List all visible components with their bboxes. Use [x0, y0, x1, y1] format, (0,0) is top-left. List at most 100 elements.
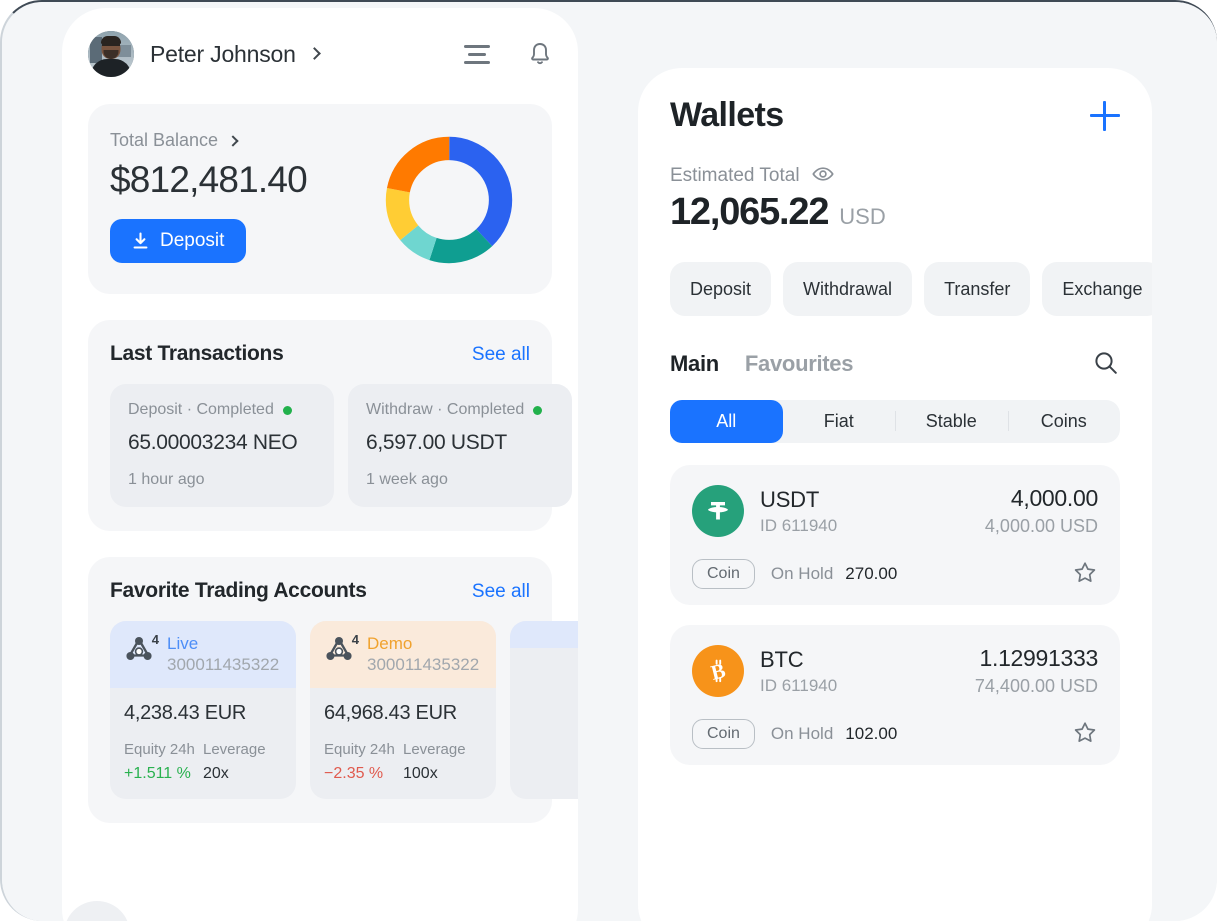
filter-coins[interactable]: Coins [1008, 400, 1121, 443]
estimated-total-row: Estimated Total [638, 135, 1152, 187]
action-transfer-button[interactable]: Transfer [924, 262, 1031, 316]
transactions-see-all-link[interactable]: See all [472, 344, 530, 366]
wallet-item-top: USDT ID 611940 4,000.00 4,000.00 USD [692, 485, 1098, 537]
equity-stat: Equity 24h −2.35 % [324, 741, 403, 783]
estimated-total-value: 12,065.22 [670, 191, 829, 233]
deposit-button-label: Deposit [160, 230, 225, 251]
wallet-type-badge: Coin [692, 719, 755, 749]
trading-account-header [510, 621, 578, 648]
wallets-tabs: Main Favourites [638, 316, 1152, 378]
account-number: 300011435322 [167, 654, 280, 674]
star-outline-icon[interactable] [1072, 561, 1098, 587]
bell-icon[interactable] [528, 41, 552, 67]
transaction-time: 1 hour ago [128, 471, 205, 488]
trading-account-item[interactable]: 4 Live 300011435322 4,238.43 EUR Equity … [110, 621, 296, 799]
leverage-stat: Leverage 20x [203, 741, 282, 783]
filter-fiat[interactable]: Fiat [783, 400, 896, 443]
trading-account-meta: Demo 300011435322 [367, 635, 479, 675]
wallet-amount: 4,000.00 [1010, 485, 1098, 511]
page-title: Wallets [670, 96, 784, 134]
svg-text:B: B [708, 658, 727, 685]
wallet-type-badge: Coin [692, 559, 755, 589]
deposit-button[interactable]: Deposit [110, 219, 247, 263]
wallet-fiat-amount: 4,000.00 USD [984, 516, 1098, 536]
wallets-panel: Wallets Estimated Total 12,065.22 USD De… [638, 68, 1152, 921]
transaction-item[interactable]: Deposit · Completed 65.00003234 NEO 1 ho… [110, 384, 334, 507]
filter-icon[interactable] [464, 41, 490, 67]
transaction-time: 1 week ago [366, 471, 448, 488]
action-exchange-button[interactable]: Exchange [1042, 262, 1152, 316]
trading-accounts-scroller[interactable]: 4 Live 300011435322 4,238.43 EUR Equity … [110, 621, 578, 799]
tab-favourites[interactable]: Favourites [745, 351, 854, 377]
trading-accounts-header: Favorite Trading Accounts See all [110, 579, 530, 603]
estimated-total-label: Estimated Total [670, 165, 800, 186]
equity-label: Equity 24h [324, 740, 395, 758]
leverage-stat: Leverage 100x [403, 741, 482, 783]
metatrader-icon: 4 [324, 632, 359, 665]
wallet-type-filter: All Fiat Stable Coins [670, 400, 1120, 443]
wallet-symbol: BTC [760, 646, 804, 672]
wallet-item[interactable]: B BTC ID 611940 1.12991333 74,400.00 USD [670, 625, 1120, 765]
transaction-status-row: Withdraw · Completed [366, 401, 554, 419]
transactions-scroller[interactable]: Deposit · Completed 65.00003234 NEO 1 ho… [110, 384, 572, 507]
star-outline-icon[interactable] [1072, 721, 1098, 747]
last-transactions-header: Last Transactions See all [110, 342, 530, 366]
avatar[interactable] [88, 31, 134, 77]
wallet-item[interactable]: USDT ID 611940 4,000.00 4,000.00 USD Coi… [670, 465, 1120, 605]
wallet-symbol: USDT [760, 486, 820, 512]
on-hold-value: 102.00 [845, 724, 898, 743]
on-hold-value: 270.00 [845, 564, 898, 583]
trading-account-meta: Live 300011435322 [167, 635, 279, 675]
leverage-value: 100x [403, 764, 438, 782]
dashboard-header: Peter Johnson [62, 8, 578, 100]
search-icon[interactable] [1092, 350, 1120, 378]
status-dot-icon [533, 405, 543, 415]
filter-all[interactable]: All [670, 400, 783, 443]
leverage-value: 20x [203, 764, 229, 782]
status-dot-icon [282, 405, 292, 415]
equity-value: −2.35 % [324, 764, 384, 782]
trading-see-all-link[interactable]: See all [472, 581, 530, 603]
account-stats: Equity 24h −2.35 % Leverage 100x [324, 741, 482, 783]
plus-icon[interactable] [1090, 100, 1120, 131]
user-name: Peter Johnson [150, 40, 296, 67]
trading-account-item[interactable]: 4 Demo 300011435322 64,968.43 EUR Equity… [310, 621, 496, 799]
list-fade-overlay [638, 852, 1152, 921]
favorite-trading-accounts-card: Favorite Trading Accounts See all 4 Live… [88, 557, 578, 823]
eye-icon[interactable] [812, 166, 834, 187]
platform-version-badge: 4 [151, 632, 159, 647]
transaction-type: Deposit · Completed [128, 401, 274, 418]
leverage-label: Leverage [403, 740, 466, 758]
total-balance-card: Total Balance $812,481.40 Deposit [88, 104, 552, 294]
account-balance: 4,238.43 EUR [124, 701, 247, 724]
trading-account-item-partial[interactable] [510, 621, 578, 799]
bitcoin-icon: B [692, 645, 744, 697]
wallet-list[interactable]: USDT ID 611940 4,000.00 4,000.00 USD Coi… [638, 443, 1152, 765]
account-balance: 64,968.43 EUR [324, 701, 457, 724]
filter-stable[interactable]: Stable [895, 400, 1008, 443]
on-hold-label: On Hold [770, 724, 834, 743]
trading-account-body: 4,238.43 EUR Equity 24h +1.511 % Leverag… [110, 688, 296, 799]
chevron-right-icon[interactable] [227, 134, 239, 147]
download-icon [132, 232, 149, 250]
wallet-item-top: B BTC ID 611940 1.12991333 74,400.00 USD [692, 645, 1098, 697]
section-title: Last Transactions [110, 342, 284, 365]
equity-stat: Equity 24h +1.511 % [124, 741, 203, 783]
wallet-amount: 1.12991333 [979, 645, 1098, 671]
tab-main[interactable]: Main [670, 351, 719, 377]
account-kind: Demo [367, 634, 413, 653]
wallet-item-bottom: Coin On Hold 270.00 [692, 559, 1098, 589]
tether-icon [692, 485, 744, 537]
wallet-item-bottom: Coin On Hold 102.00 [692, 719, 1098, 749]
on-hold-label: On Hold [770, 564, 834, 583]
estimated-total-currency: USD [839, 204, 886, 229]
action-withdrawal-button[interactable]: Withdrawal [783, 262, 913, 316]
last-transactions-card: Last Transactions See all Deposit · Comp… [88, 320, 572, 531]
transaction-item[interactable]: Withdraw · Completed 6,597.00 USDT 1 wee… [348, 384, 572, 507]
chevron-right-icon[interactable] [307, 46, 321, 60]
transaction-type: Withdraw · Completed [366, 401, 525, 418]
account-kind: Live [167, 634, 199, 653]
account-stats: Equity 24h +1.511 % Leverage 20x [124, 741, 282, 783]
transaction-amount: 6,597.00 USDT [366, 431, 507, 454]
action-deposit-button[interactable]: Deposit [670, 262, 772, 316]
